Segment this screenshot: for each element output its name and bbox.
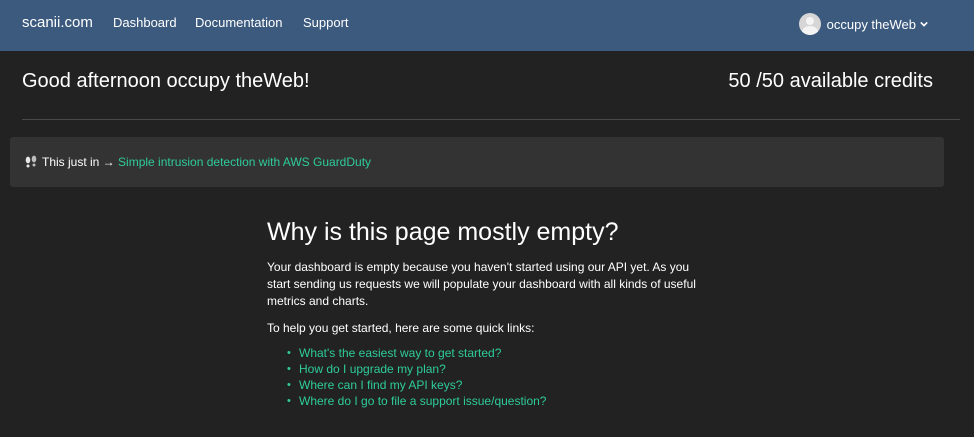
news-prefix: This just in →: [42, 155, 115, 169]
list-item: Where can I find my API keys?: [287, 377, 697, 393]
empty-state-description: Your dashboard is empty because you have…: [267, 260, 696, 308]
nav-dashboard-link[interactable]: Dashboard: [113, 15, 177, 30]
news-article-link[interactable]: Simple intrusion detection with AWS Guar…: [118, 155, 371, 169]
divider: [22, 119, 960, 120]
greeting-heading: Good afternoon occupy theWeb!: [22, 70, 310, 92]
user-avatar-icon: [798, 13, 821, 35]
list-item: Where do I go to file a support issue/qu…: [287, 393, 697, 409]
quick-link-api-keys[interactable]: Where can I find my API keys?: [299, 378, 462, 392]
nav-documentation-link[interactable]: Documentation: [195, 15, 282, 30]
user-menu[interactable]: occupy theWeb: [798, 13, 928, 35]
brand-link[interactable]: scanii.com: [22, 14, 93, 31]
credits-counter: 50 /50 available credits: [728, 70, 933, 92]
chevron-down-icon: [920, 21, 928, 27]
empty-state-title: Why is this page mostly empty?: [267, 218, 619, 246]
user-name: occupy theWeb: [826, 16, 916, 32]
quick-link-get-started[interactable]: What's the easiest way to get started?: [299, 346, 501, 360]
empty-state: Why is this page mostly empty? Your dash…: [267, 218, 697, 409]
list-item: What's the easiest way to get started?: [287, 345, 697, 361]
quick-links-list: What's the easiest way to get started? H…: [267, 345, 697, 409]
footprints-icon: [25, 155, 37, 168]
nav-support-link[interactable]: Support: [303, 15, 349, 30]
quick-link-upgrade-plan[interactable]: How do I upgrade my plan?: [299, 362, 446, 376]
top-navbar: scanii.com Dashboard Documentation Suppo…: [0, 0, 974, 51]
list-item: How do I upgrade my plan?: [287, 361, 697, 377]
quick-links-intro: To help you get started, here are some q…: [267, 321, 535, 335]
news-banner: This just in → Simple intrusion detectio…: [10, 137, 944, 187]
quick-link-support-issue[interactable]: Where do I go to file a support issue/qu…: [299, 394, 546, 408]
